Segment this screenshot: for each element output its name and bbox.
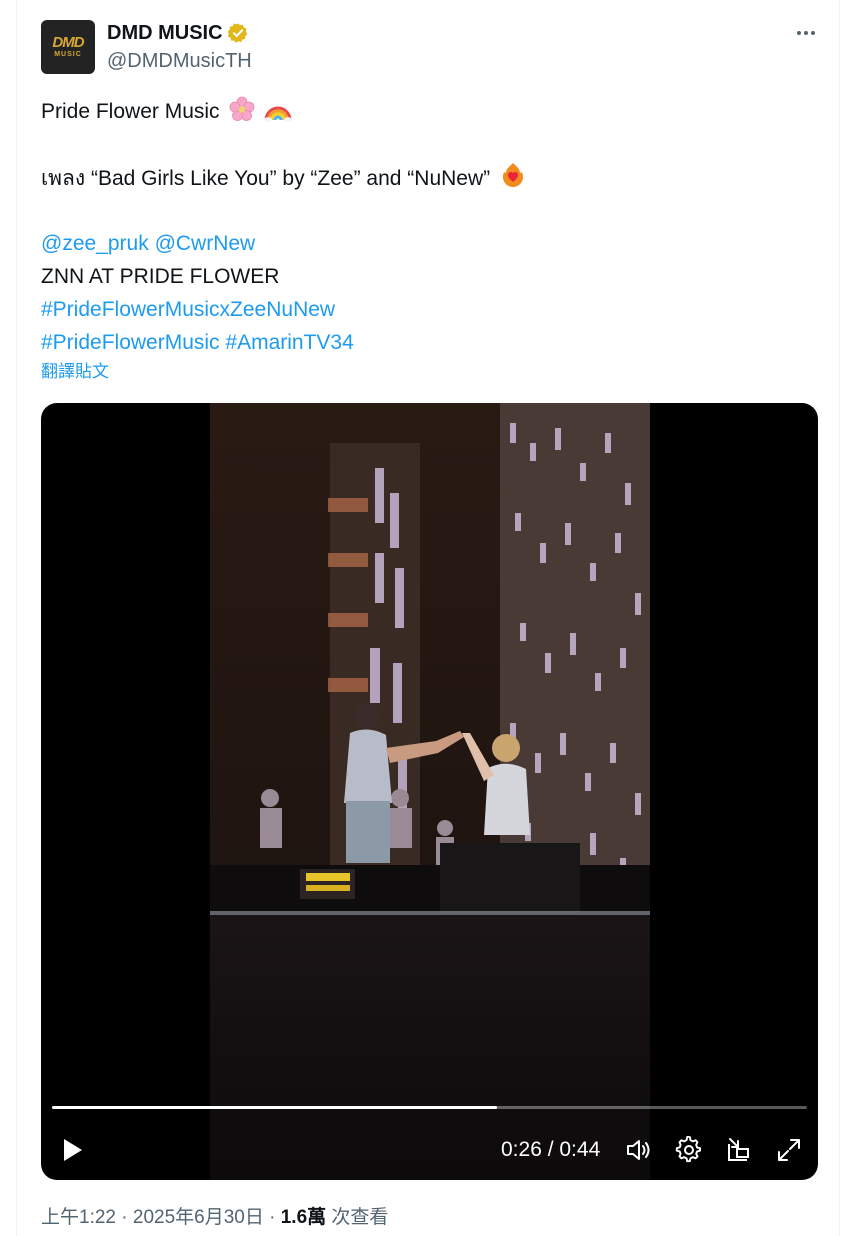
meta-separator: · [263,1207,281,1228]
author-display-name[interactable]: DMD MUSIC [107,21,223,45]
video-frame-image[interactable] [210,403,650,1180]
video-time-display: 0:26 / 0:44 [501,1138,601,1161]
post-line-mentions: @zee_pruk @CwrNew [41,227,801,260]
volume-icon[interactable] [625,1136,653,1164]
hashtag-link[interactable]: #AmarinTV34 [225,331,353,354]
post-line-2: เพลง “Bad Girls Like You” by “Zee” and “… [41,161,801,194]
hashtag-link[interactable]: #PrideFlowerMusicxZeeNuNew [41,298,335,321]
post-line-hashtags-2: #PrideFlowerMusic #AmarinTV34 [41,326,801,359]
author-handle[interactable]: @DMDMusicTH [107,49,252,73]
translate-post-link[interactable]: 翻譯貼文 [41,360,109,384]
post-line-1: Pride Flower Music [41,95,801,128]
author-name-row: DMD MUSIC [107,21,249,45]
mention-link-zee[interactable]: @zee_pruk [41,232,149,255]
post-card: DMD MUSIC DMD MUSIC @DMDMusicTH Pride Fl… [16,0,840,1236]
fullscreen-icon[interactable] [775,1136,803,1164]
gold-verified-badge-icon [227,23,247,43]
post-text: Pride Flower Music เพลง “Bad Girls Like … [41,95,801,359]
cherry-blossom-icon [229,96,255,121]
heart-on-fire-icon [503,163,523,187]
rainbow-icon [264,106,293,122]
avatar-logo-text: DMD [52,34,84,51]
video-progress-fill [52,1106,498,1109]
post-time[interactable]: 上午1:22 [41,1207,116,1228]
video-progress-bar[interactable] [52,1106,807,1109]
settings-gear-icon[interactable] [675,1136,703,1164]
post-line-hashtag-1: #PrideFlowerMusicxZeeNuNew [41,293,801,326]
post-title-text: Pride Flower Music [41,100,220,123]
avatar-logo-subtext: MUSIC [54,51,82,58]
views-count: 1.6萬 [280,1207,327,1228]
play-icon[interactable] [58,1136,86,1164]
avatar[interactable]: DMD MUSIC [41,20,95,74]
more-options-icon[interactable] [793,20,819,46]
post-line-znn: ZNN AT PRIDE FLOWER [41,265,280,288]
picture-in-picture-icon[interactable] [725,1136,753,1164]
song-description-text: เพลง “Bad Girls Like You” by “Zee” and “… [41,167,491,190]
meta-separator: · [115,1207,133,1228]
views-label: 次查看 [326,1207,389,1228]
video-player[interactable]: 0:26 / 0:44 [41,403,818,1180]
mention-link-cwrnew[interactable]: @CwrNew [155,232,256,255]
post-meta: 上午1:22 · 2025年6月30日 · 1.6萬 次查看 [41,1204,388,1232]
post-date[interactable]: 2025年6月30日 [133,1207,264,1228]
hashtag-link[interactable]: #PrideFlowerMusic [41,331,220,354]
